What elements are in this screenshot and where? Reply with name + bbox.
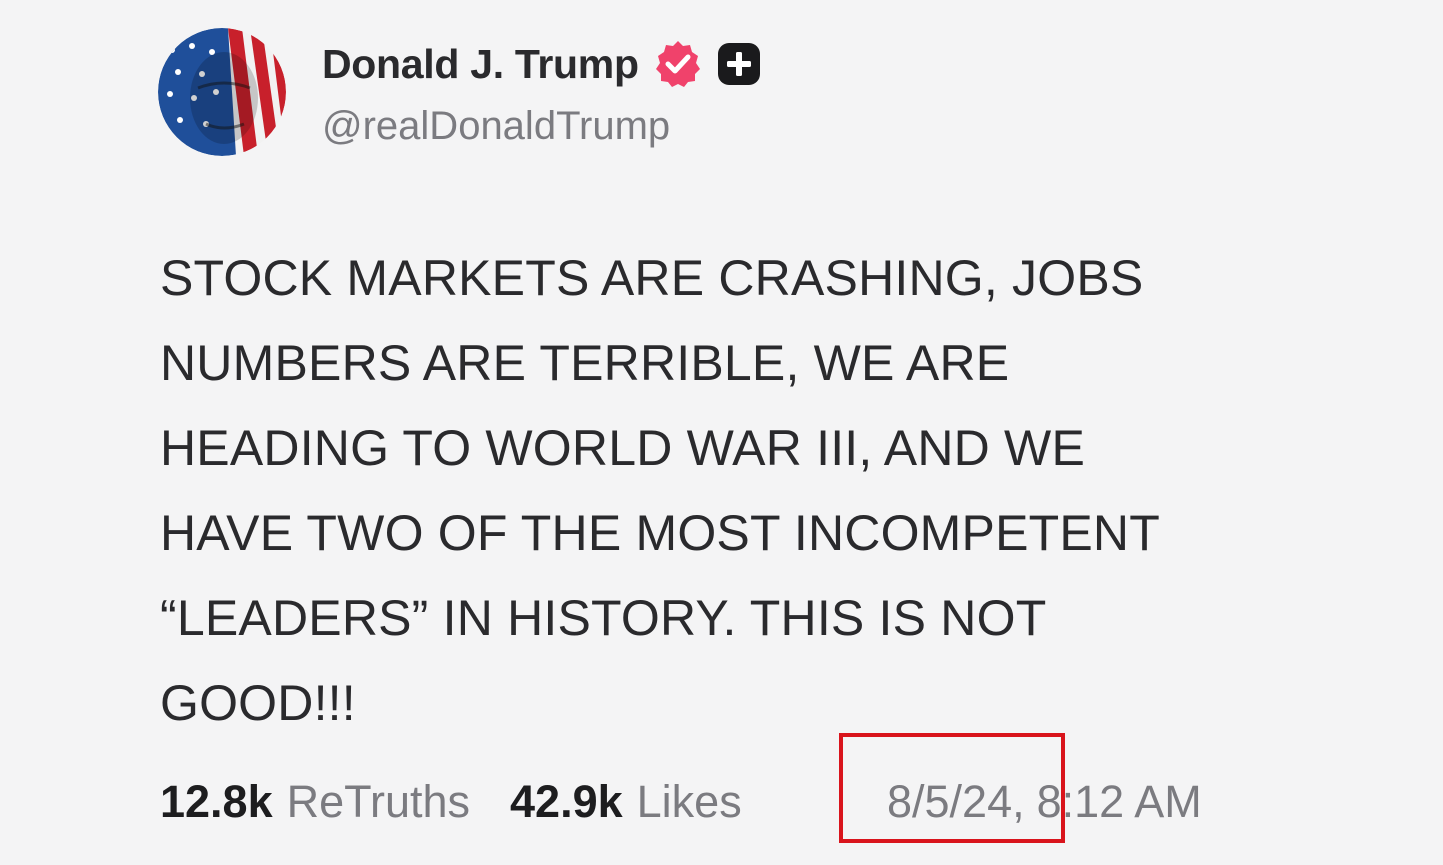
likes-label[interactable]: Likes	[637, 776, 742, 828]
verified-badge-icon	[653, 39, 703, 89]
likes-count[interactable]: 42.9k	[510, 776, 623, 828]
retruths-count[interactable]: 12.8k	[160, 776, 273, 828]
post-stats: 12.8k ReTruths 42.9k Likes	[160, 772, 742, 832]
author-handle[interactable]: @realDonaldTrump	[322, 104, 670, 149]
author-avatar[interactable]	[158, 28, 286, 156]
flag-portrait-avatar-icon	[158, 28, 286, 156]
plus-badge-icon	[717, 42, 761, 86]
retruths-label[interactable]: ReTruths	[287, 776, 470, 828]
date-highlight-annotation	[839, 733, 1065, 843]
author-header: Donald J. Trump	[322, 36, 761, 92]
post-body-text: STOCK MARKETS ARE CRASHING, JOBS NUMBERS…	[160, 250, 1160, 731]
post-card: Donald J. Trump @realDonaldTrump STOCK M…	[0, 0, 1443, 865]
author-display-name[interactable]: Donald J. Trump	[322, 41, 639, 88]
